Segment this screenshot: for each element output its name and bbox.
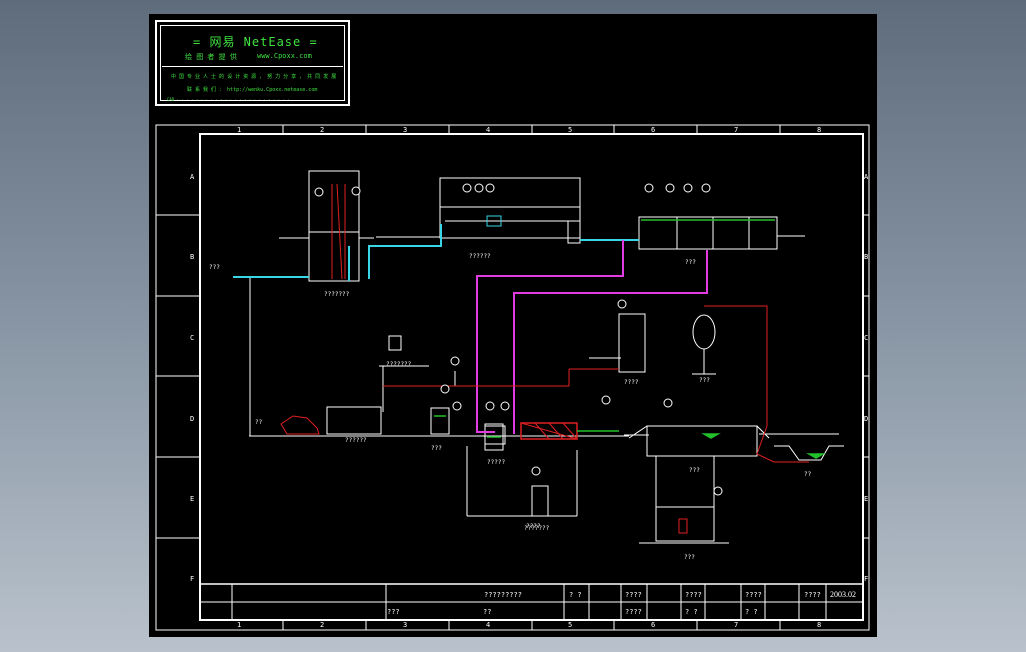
- grid-col-label: 8: [817, 126, 821, 134]
- instrument-tag-icon: [462, 183, 472, 193]
- water-pipes: [233, 215, 639, 281]
- instrument-tag-icon: [351, 186, 361, 196]
- biotank: [638, 216, 778, 250]
- coarse-screen-label: ???????: [324, 291, 350, 298]
- pump-pit-label: ??????: [345, 437, 367, 444]
- title-r2c: ????: [625, 608, 642, 616]
- title-c3: ????: [685, 591, 702, 599]
- sludge-tank-label: ?????: [487, 459, 505, 466]
- instrument-tag-icon: [314, 187, 324, 197]
- title-c2: ????: [625, 591, 642, 599]
- grid-col-label: 8: [817, 621, 821, 629]
- dosing-label: ???????: [386, 361, 412, 368]
- grid-col-label: 6: [651, 621, 655, 629]
- left-unit-label: ??: [255, 419, 263, 426]
- instrument-tag-icon: [663, 398, 673, 408]
- inlet-label: ???: [209, 264, 220, 271]
- instrument-tag-icon: [450, 356, 460, 366]
- biotank-label: ???: [685, 259, 696, 266]
- water-level-marks: [434, 219, 826, 459]
- title-r2b: ??: [483, 608, 491, 616]
- grid-ticks: [156, 125, 869, 630]
- grid-row-label: B: [864, 253, 868, 261]
- grid-row-labels-right: A B C D E F: [864, 173, 869, 583]
- grid-col-label: 2: [320, 126, 324, 134]
- instrument-tag-icon: [452, 401, 462, 411]
- grid-col-label: 7: [734, 126, 738, 134]
- title-r2a: ???: [387, 608, 400, 616]
- instrument-tag-icon: [474, 183, 484, 193]
- grid-row-label: C: [864, 334, 868, 342]
- drawing-canvas: 1 2 3 4 5 6 7 8 1 2 3 4 5 6 7 8 A B C D …: [155, 124, 870, 631]
- title-r2d: ? ?: [685, 608, 698, 616]
- instrument-tag-icon: [683, 183, 693, 193]
- grid-row-label: C: [190, 334, 194, 342]
- grid-column-labels-top: 1 2 3 4 5 6 7 8: [237, 126, 821, 134]
- pump-house: [655, 506, 715, 542]
- instrument-tag-icon: [500, 401, 510, 411]
- grid-row-label: F: [864, 575, 868, 583]
- small-tank-label: ????: [526, 523, 541, 530]
- title-c1: ? ?: [569, 591, 582, 599]
- instrument-tag-icon: [617, 299, 627, 309]
- grid-col-label: 5: [568, 126, 572, 134]
- grid-col-label: 4: [486, 621, 490, 629]
- pond-label: ??: [804, 471, 812, 478]
- big-tank: [646, 425, 758, 457]
- grid-row-label: A: [864, 173, 869, 181]
- grid-col-label: 3: [403, 126, 407, 134]
- cad-sheet: = 网易 NetEase = 绘 图 者 提 供 www.Cpoxx.com 中…: [149, 14, 877, 637]
- title-project: ?????????: [484, 591, 522, 599]
- gas-holder: [692, 314, 716, 350]
- outer-frame: [155, 124, 870, 631]
- screen-chamber: [308, 170, 360, 282]
- thickener-label: ???: [689, 467, 700, 474]
- settling-label: ????: [624, 379, 639, 386]
- grid-column-labels-bottom: 1 2 3 4 5 6 7 8: [237, 621, 821, 629]
- drawing-labels: ??? ??????? ?????? ??? ?????? ??????? ??…: [209, 253, 812, 561]
- grid-col-label: 1: [237, 621, 241, 629]
- grid-col-label: 7: [734, 621, 738, 629]
- grid-col-label: 6: [651, 126, 655, 134]
- instrument-tag-icon: [713, 486, 723, 496]
- instrument-tag-icon: [701, 183, 711, 193]
- title-block: [199, 583, 864, 621]
- instrument-tag-icon: [485, 401, 495, 411]
- gas-holder-label: ???: [699, 377, 710, 384]
- air-pipes: [280, 183, 809, 534]
- grid-row-labels-left: A B C D E F: [190, 173, 195, 583]
- grid-row-label: E: [190, 495, 194, 503]
- sludge-return-pipes: [476, 240, 708, 434]
- grid-col-label: 5: [568, 621, 572, 629]
- instrument-tags: [314, 183, 723, 496]
- grid-col-label: 2: [320, 621, 324, 629]
- instrument-tag-icon: [644, 183, 654, 193]
- instrument-tag-icon: [485, 183, 495, 193]
- instrument-tag-icon: [440, 384, 450, 394]
- instrument-tag-icon: [531, 466, 541, 476]
- grid-row-label: B: [190, 253, 194, 261]
- grid-col-label: 4: [486, 126, 490, 134]
- grid-col-label: 3: [403, 621, 407, 629]
- title-c4: ????: [745, 591, 762, 599]
- grid-row-label: E: [864, 495, 868, 503]
- distributor-box: [439, 177, 581, 239]
- grid-col-label: 1: [237, 126, 241, 134]
- title-r2e: ? ?: [745, 608, 758, 616]
- title-date: 2003.02: [830, 590, 856, 599]
- distributor-label: ??????: [469, 253, 491, 260]
- process-linework: [249, 170, 844, 544]
- pump-house-label: ???: [684, 554, 695, 561]
- title-c5: ????: [804, 591, 821, 599]
- grid-row-label: A: [190, 173, 195, 181]
- grid-row-label: D: [190, 415, 194, 423]
- mid-tank-label: ???: [431, 445, 442, 452]
- grid-row-label: F: [190, 575, 194, 583]
- instrument-tag-icon: [601, 395, 611, 405]
- grid-row-label: D: [864, 415, 868, 423]
- instrument-tag-icon: [665, 183, 675, 193]
